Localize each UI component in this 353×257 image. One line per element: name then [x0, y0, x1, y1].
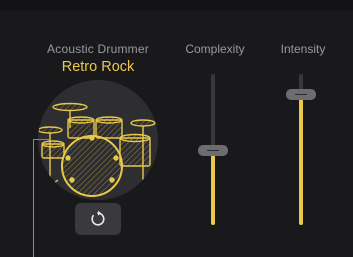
- drummer-name: Acoustic Drummer: [47, 42, 149, 56]
- drummer-preset[interactable]: Retro Rock: [28, 59, 168, 75]
- top-border: [0, 0, 353, 10]
- drummer-editor: Acoustic Drummer Retro Rock Complexity I…: [0, 0, 353, 257]
- intensity-slider-thumb[interactable]: [286, 89, 316, 101]
- leader-line-tick: [33, 139, 49, 140]
- intensity-label: Intensity: [280, 42, 326, 56]
- complexity-slider-fill: [211, 151, 215, 225]
- drum-kit-image[interactable]: [38, 80, 158, 200]
- drum-kit-icon: [38, 102, 156, 197]
- refresh-icon: [91, 210, 105, 226]
- complexity-slider-thumb[interactable]: [198, 145, 228, 156]
- refresh-button[interactable]: [75, 203, 121, 235]
- leader-line: [33, 139, 34, 257]
- complexity-label: Complexity: [185, 42, 245, 56]
- intensity-slider-fill: [299, 95, 303, 225]
